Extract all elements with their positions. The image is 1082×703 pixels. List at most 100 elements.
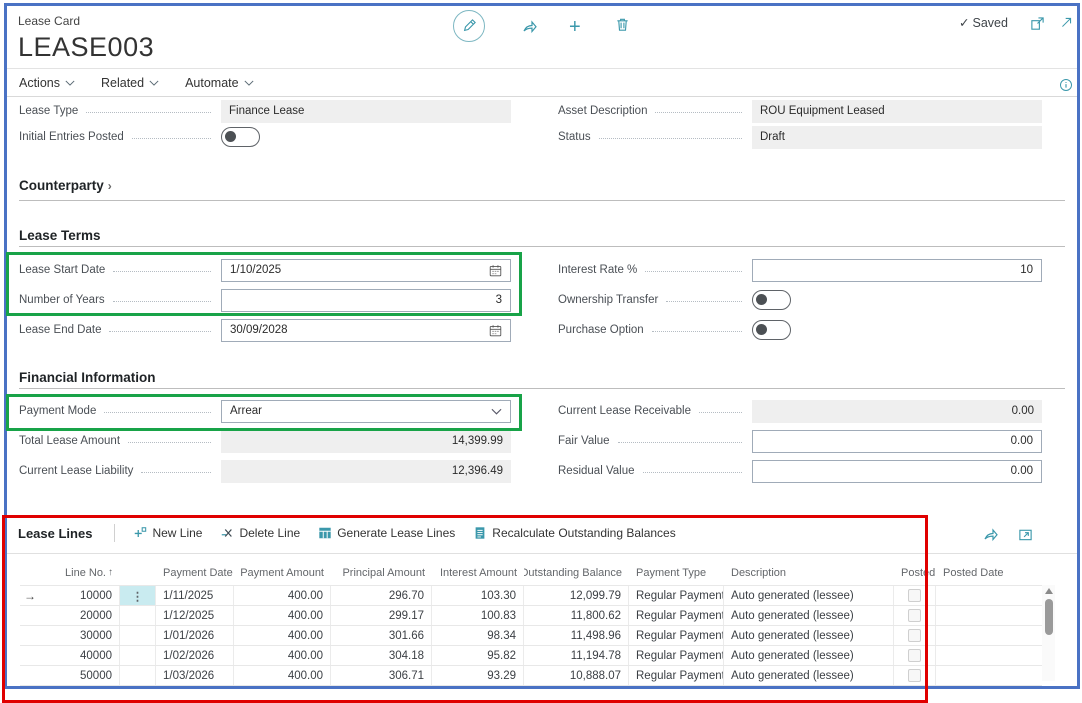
cell-interest-amount[interactable]: 100.83 bbox=[432, 606, 524, 625]
menu-related[interactable]: Related bbox=[101, 76, 159, 90]
cell-payment-date[interactable]: 1/11/2025 bbox=[156, 586, 234, 605]
col-payment-amount[interactable]: Payment Amount bbox=[234, 560, 331, 585]
cell-outstanding-balance[interactable]: 11,800.62 bbox=[524, 606, 629, 625]
cell-outstanding-balance[interactable]: 10,888.07 bbox=[524, 666, 629, 685]
chevron-down-icon bbox=[244, 80, 254, 86]
info-button[interactable] bbox=[1059, 78, 1073, 92]
cell-line-no[interactable]: 30000 bbox=[40, 626, 120, 645]
cell-description[interactable]: Auto generated (lessee) bbox=[724, 646, 894, 665]
cell-line-no[interactable]: 50000 bbox=[40, 666, 120, 685]
asset-description-value[interactable]: ROU Equipment Leased bbox=[752, 100, 1042, 123]
purchase-option-toggle[interactable] bbox=[752, 320, 791, 340]
cell-payment-type[interactable]: Regular Payment bbox=[629, 586, 724, 605]
number-of-years-input[interactable]: 3 bbox=[221, 289, 511, 312]
cell-description[interactable]: Auto generated (lessee) bbox=[724, 666, 894, 685]
ownership-transfer-toggle[interactable] bbox=[752, 290, 791, 310]
new-line-button[interactable]: New Line bbox=[133, 526, 202, 540]
col-posted[interactable]: Posted bbox=[894, 560, 936, 585]
cell-payment-type[interactable]: Regular Payment bbox=[629, 666, 724, 685]
col-description[interactable]: Description bbox=[724, 560, 894, 585]
cell-principal-amount[interactable]: 301.66 bbox=[331, 626, 432, 645]
cell-interest-amount[interactable]: 98.34 bbox=[432, 626, 524, 645]
cell-line-no[interactable]: 10000 bbox=[40, 586, 120, 605]
cell-payment-type[interactable]: Regular Payment bbox=[629, 626, 724, 645]
residual-value-input[interactable]: 0.00 bbox=[752, 460, 1042, 483]
initial-entries-posted-toggle[interactable] bbox=[221, 127, 260, 147]
scroll-up-icon[interactable] bbox=[1045, 588, 1053, 594]
menu-actions[interactable]: Actions bbox=[19, 76, 75, 90]
cell-payment-amount[interactable]: 400.00 bbox=[234, 586, 331, 605]
interest-rate-input[interactable]: 10 bbox=[752, 259, 1042, 282]
dotted-leader bbox=[618, 442, 742, 443]
recalculate-balances-button[interactable]: Recalculate Outstanding Balances bbox=[473, 526, 675, 540]
cell-line-no[interactable]: 40000 bbox=[40, 646, 120, 665]
cell-principal-amount[interactable]: 306.71 bbox=[331, 666, 432, 685]
cell-payment-date[interactable]: 1/03/2026 bbox=[156, 666, 234, 685]
posted-checkbox bbox=[908, 669, 921, 682]
col-interest-amount[interactable]: Interest Amount bbox=[432, 560, 524, 585]
menu-automate[interactable]: Automate bbox=[185, 76, 254, 90]
cell-interest-amount[interactable]: 103.30 bbox=[432, 586, 524, 605]
delete-line-button[interactable]: Delete Line bbox=[220, 526, 300, 540]
cell-posted-date[interactable] bbox=[936, 626, 1042, 645]
scrollbar-thumb[interactable] bbox=[1045, 599, 1053, 635]
payment-mode-select[interactable]: Arrear bbox=[221, 400, 511, 423]
cell-posted-date[interactable] bbox=[936, 586, 1042, 605]
calendar-icon[interactable] bbox=[489, 324, 502, 337]
current-row-arrow-icon: → bbox=[20, 586, 40, 605]
cell-payment-type[interactable]: Regular Payment bbox=[629, 646, 724, 665]
field-payment-mode: Payment Mode Arrear bbox=[19, 396, 511, 426]
field-number-of-years: Number of Years 3 bbox=[19, 285, 511, 315]
cell-posted-date[interactable] bbox=[936, 646, 1042, 665]
new-button[interactable]: + bbox=[569, 16, 581, 39]
row-menu-button[interactable]: ⋮ bbox=[120, 586, 156, 605]
cell-interest-amount[interactable]: 95.82 bbox=[432, 646, 524, 665]
cell-interest-amount[interactable]: 93.29 bbox=[432, 666, 524, 685]
section-counterparty[interactable]: Counterparty› bbox=[19, 178, 112, 193]
field-label: Current Lease Receivable bbox=[558, 405, 691, 417]
expand-page-button[interactable] bbox=[1060, 16, 1073, 29]
cell-payment-date[interactable]: 1/01/2026 bbox=[156, 626, 234, 645]
col-outstanding-balance[interactable]: Outstanding Balance bbox=[524, 560, 629, 585]
cell-payment-amount[interactable]: 400.00 bbox=[234, 666, 331, 685]
cell-payment-amount[interactable]: 400.00 bbox=[234, 626, 331, 645]
col-payment-type[interactable]: Payment Type bbox=[629, 560, 724, 585]
lease-end-date-input[interactable]: 30/09/2028 bbox=[221, 319, 511, 342]
col-posted-date[interactable]: Posted Date bbox=[936, 560, 1042, 585]
lease-start-date-input[interactable]: 1/10/2025 bbox=[221, 259, 511, 282]
cell-payment-date[interactable]: 1/02/2026 bbox=[156, 646, 234, 665]
cell-payment-amount[interactable]: 400.00 bbox=[234, 606, 331, 625]
cell-outstanding-balance[interactable]: 11,194.78 bbox=[524, 646, 629, 665]
share-button[interactable] bbox=[522, 18, 538, 34]
focus-mode-button[interactable] bbox=[1018, 527, 1033, 542]
cell-posted-date[interactable] bbox=[936, 666, 1042, 685]
edit-button[interactable] bbox=[453, 10, 485, 42]
fair-value-input[interactable]: 0.00 bbox=[752, 430, 1042, 453]
cell-payment-type[interactable]: Regular Payment bbox=[629, 606, 724, 625]
calendar-icon[interactable] bbox=[489, 264, 502, 277]
delete-button[interactable] bbox=[615, 17, 630, 32]
col-payment-date[interactable]: Payment Date bbox=[156, 560, 234, 585]
cell-principal-amount[interactable]: 304.18 bbox=[331, 646, 432, 665]
cell-payment-amount[interactable]: 400.00 bbox=[234, 646, 331, 665]
col-principal-amount[interactable]: Principal Amount bbox=[331, 560, 432, 585]
col-line-no[interactable]: Line No.↑ bbox=[40, 560, 120, 585]
cell-description[interactable]: Auto generated (lessee) bbox=[724, 626, 894, 645]
cell-description[interactable]: Auto generated (lessee) bbox=[724, 586, 894, 605]
cell-outstanding-balance[interactable]: 11,498.96 bbox=[524, 626, 629, 645]
cell-posted-date[interactable] bbox=[936, 606, 1042, 625]
cell-principal-amount[interactable]: 296.70 bbox=[331, 586, 432, 605]
generate-lease-lines-button[interactable]: Generate Lease Lines bbox=[318, 526, 455, 540]
cell-payment-date[interactable]: 1/12/2025 bbox=[156, 606, 234, 625]
share-lines-button[interactable] bbox=[983, 526, 999, 542]
lease-type-value[interactable]: Finance Lease bbox=[221, 100, 511, 123]
cell-line-no[interactable]: 20000 bbox=[40, 606, 120, 625]
status-value[interactable]: Draft bbox=[752, 126, 1042, 149]
cell-outstanding-balance[interactable]: 12,099.79 bbox=[524, 586, 629, 605]
grid-scrollbar[interactable] bbox=[1042, 585, 1055, 681]
page-caption: Lease Card bbox=[18, 14, 80, 28]
sort-ascending-icon: ↑ bbox=[108, 567, 113, 578]
open-in-window-button[interactable] bbox=[1030, 16, 1045, 31]
cell-description[interactable]: Auto generated (lessee) bbox=[724, 606, 894, 625]
cell-principal-amount[interactable]: 299.17 bbox=[331, 606, 432, 625]
